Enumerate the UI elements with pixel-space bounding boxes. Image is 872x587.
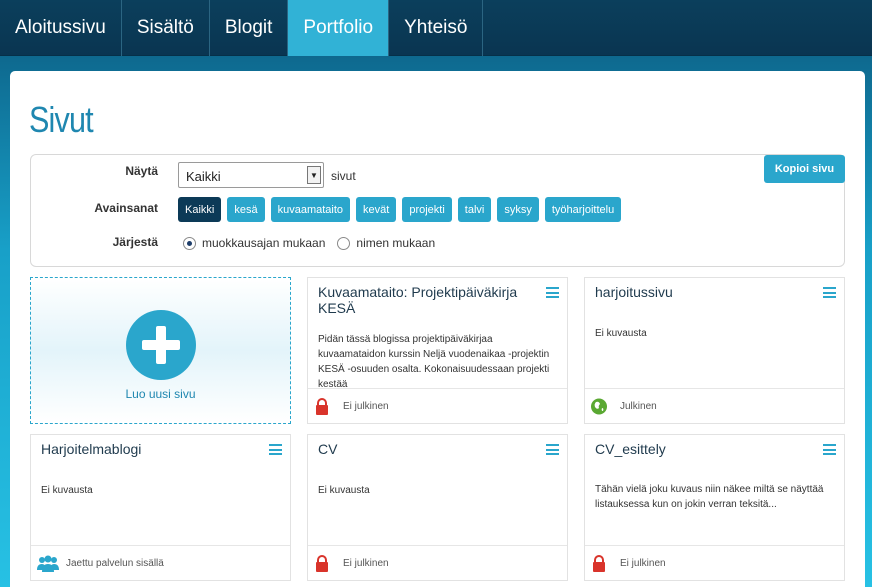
lock-icon <box>316 398 328 415</box>
card-footer: Jaettu palvelun sisällä <box>31 545 290 580</box>
menu-icon[interactable] <box>546 287 559 298</box>
sort-option-label: nimen mukaan <box>356 236 436 250</box>
sort-option-modified[interactable]: muokkausajan mukaan <box>183 236 325 250</box>
card-description: Ei kuvausta <box>595 328 647 339</box>
tag-projekti[interactable]: projekti <box>402 197 452 222</box>
page-title: Sivut <box>29 99 94 140</box>
card-status: Julkinen <box>620 401 657 412</box>
card-title[interactable]: Kuvaamataito: Projektipäiväkirja KESÄ <box>318 284 540 316</box>
card-footer: Julkinen <box>585 388 844 423</box>
card-status: Jaettu palvelun sisällä <box>66 558 164 569</box>
page-card[interactable]: Kuvaamataito: Projektipäiväkirja KESÄ Pi… <box>307 277 568 424</box>
tag-list: Kaikki kesä kuvaamataito kevät projekti … <box>178 197 627 222</box>
nav-item-blogit[interactable]: Blogit <box>210 0 289 56</box>
card-status: Ei julkinen <box>343 401 389 412</box>
tag-talvi[interactable]: talvi <box>457 197 492 222</box>
plus-icon[interactable] <box>126 310 196 380</box>
menu-icon[interactable] <box>269 444 282 455</box>
tag-kevat[interactable]: kevät <box>356 197 397 222</box>
create-page-label[interactable]: Luo uusi sivu <box>31 387 290 401</box>
show-suffix: sivut <box>331 169 356 183</box>
card-title[interactable]: CV <box>318 441 540 457</box>
content-panel: Sivut Näytä Kaikki ▼ sivut Kopioi sivu A… <box>10 71 865 587</box>
page-card[interactable]: Harjoitelmablogi Ei kuvausta Jaettu palv… <box>30 434 291 581</box>
nav-item-yhteiso[interactable]: Yhteisö <box>389 0 484 56</box>
card-footer: Ei julkinen <box>308 388 567 423</box>
tags-label: Avainsanat <box>94 201 158 215</box>
card-description: Pidän tässä blogissa projektipäiväkirjaa… <box>318 334 550 390</box>
card-status: Ei julkinen <box>343 558 389 569</box>
card-description: Tähän vielä joku kuvaus niin näkee miltä… <box>595 484 824 510</box>
users-icon <box>37 555 59 572</box>
tag-tyoharjoittelu[interactable]: työharjoittelu <box>544 197 622 222</box>
card-title[interactable]: Harjoitelmablogi <box>41 441 263 457</box>
tag-kuvaamataito[interactable]: kuvaamataito <box>270 197 351 222</box>
show-select-value: Kaikki <box>186 169 221 184</box>
menu-icon[interactable] <box>823 287 836 298</box>
card-footer: Ei julkinen <box>585 545 844 580</box>
tag-kesa[interactable]: kesä <box>227 197 265 222</box>
show-select[interactable]: Kaikki ▼ <box>178 162 324 188</box>
nav-item-portfolio[interactable]: Portfolio <box>288 0 390 56</box>
page-card[interactable]: harjoitussivu Ei kuvausta Julkinen <box>584 277 845 424</box>
lock-icon <box>593 555 605 572</box>
filter-box: Näytä Kaikki ▼ sivut Kopioi sivu Avainsa… <box>30 154 845 267</box>
card-title[interactable]: harjoitussivu <box>595 284 817 300</box>
page-card[interactable]: CV Ei kuvausta Ei julkinen <box>307 434 568 581</box>
radio-checked-icon[interactable] <box>183 236 196 250</box>
sort-label: Järjestä <box>112 235 158 249</box>
card-description: Ei kuvausta <box>41 485 93 496</box>
nav-item-aloitussivu[interactable]: Aloitussivu <box>0 0 122 56</box>
menu-icon[interactable] <box>546 444 559 455</box>
tag-syksy[interactable]: syksy <box>497 197 539 222</box>
radio-icon[interactable] <box>337 236 351 250</box>
menu-icon[interactable] <box>823 444 836 455</box>
sort-option-label: muokkausajan mukaan <box>202 236 326 250</box>
copy-page-button[interactable]: Kopioi sivu <box>764 155 845 183</box>
create-page-card[interactable]: Luo uusi sivu <box>30 277 291 424</box>
tag-kaikki[interactable]: Kaikki <box>178 197 222 222</box>
page-card[interactable]: CV_esittely Tähän vielä joku kuvaus niin… <box>584 434 845 581</box>
sort-options: muokkausajan mukaan nimen mukaan <box>183 236 447 250</box>
dropdown-arrow-icon[interactable]: ▼ <box>307 166 321 184</box>
lock-icon <box>316 555 328 572</box>
card-footer: Ei julkinen <box>308 545 567 580</box>
sort-option-name[interactable]: nimen mukaan <box>337 236 435 250</box>
globe-icon <box>591 398 607 415</box>
main-nav: Aloitussivu Sisältö Blogit Portfolio Yht… <box>0 0 872 56</box>
card-title[interactable]: CV_esittely <box>595 441 817 457</box>
card-status: Ei julkinen <box>620 558 666 569</box>
card-description: Ei kuvausta <box>318 485 370 496</box>
show-label: Näytä <box>125 164 158 178</box>
nav-item-sisalto[interactable]: Sisältö <box>122 0 210 56</box>
